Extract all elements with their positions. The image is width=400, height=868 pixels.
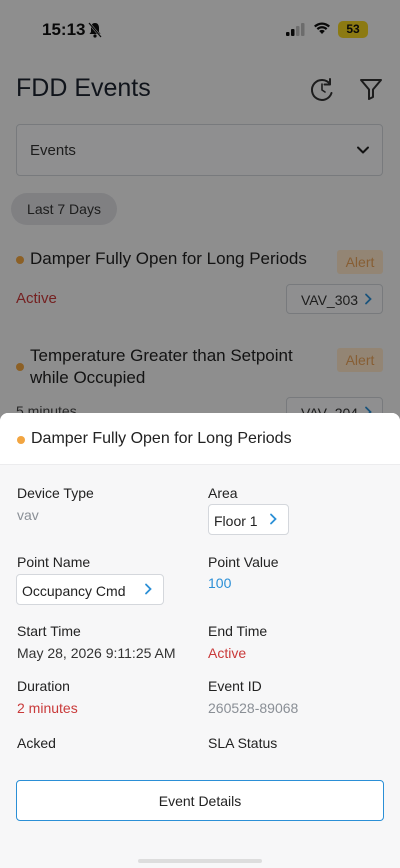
event-details-button[interactable]: Event Details — [16, 780, 384, 821]
point-value-label: Point Value — [208, 554, 279, 570]
chevron-right-icon — [270, 513, 277, 525]
chevron-right-icon — [145, 583, 152, 595]
end-time-value: Active — [208, 645, 247, 661]
point-name-link-chip[interactable]: Occupancy Cmd — [16, 574, 164, 605]
start-time-label: Start Time — [17, 623, 81, 639]
end-time-label: End Time — [208, 623, 268, 639]
event-id-label: Event ID — [208, 678, 262, 694]
duration-value: 2 minutes — [17, 700, 78, 716]
area-value: Floor 1 — [214, 513, 258, 529]
sheet-header: Damper Fully Open for Long Periods — [0, 413, 400, 465]
point-value-value: 100 — [208, 575, 232, 591]
alert-dot-icon — [17, 436, 25, 444]
sla-status-label: SLA Status — [208, 735, 278, 751]
start-time-value: May 28, 2026 9:11:25 AM — [17, 645, 176, 661]
sheet-title: Damper Fully Open for Long Periods — [31, 430, 292, 447]
device-type-value: vav — [17, 507, 39, 523]
home-indicator — [138, 859, 262, 863]
point-name-label: Point Name — [17, 554, 91, 570]
area-link-chip[interactable]: Floor 1 — [208, 504, 289, 535]
area-label: Area — [208, 485, 238, 501]
duration-label: Duration — [17, 678, 70, 694]
event-id-value: 260528-89068 — [208, 700, 299, 716]
event-detail-sheet: Damper Fully Open for Long Periods Devic… — [0, 413, 400, 868]
point-name-value: Occupancy Cmd — [22, 583, 126, 599]
acked-label: Acked — [17, 735, 56, 751]
device-type-label: Device Type — [17, 485, 94, 501]
